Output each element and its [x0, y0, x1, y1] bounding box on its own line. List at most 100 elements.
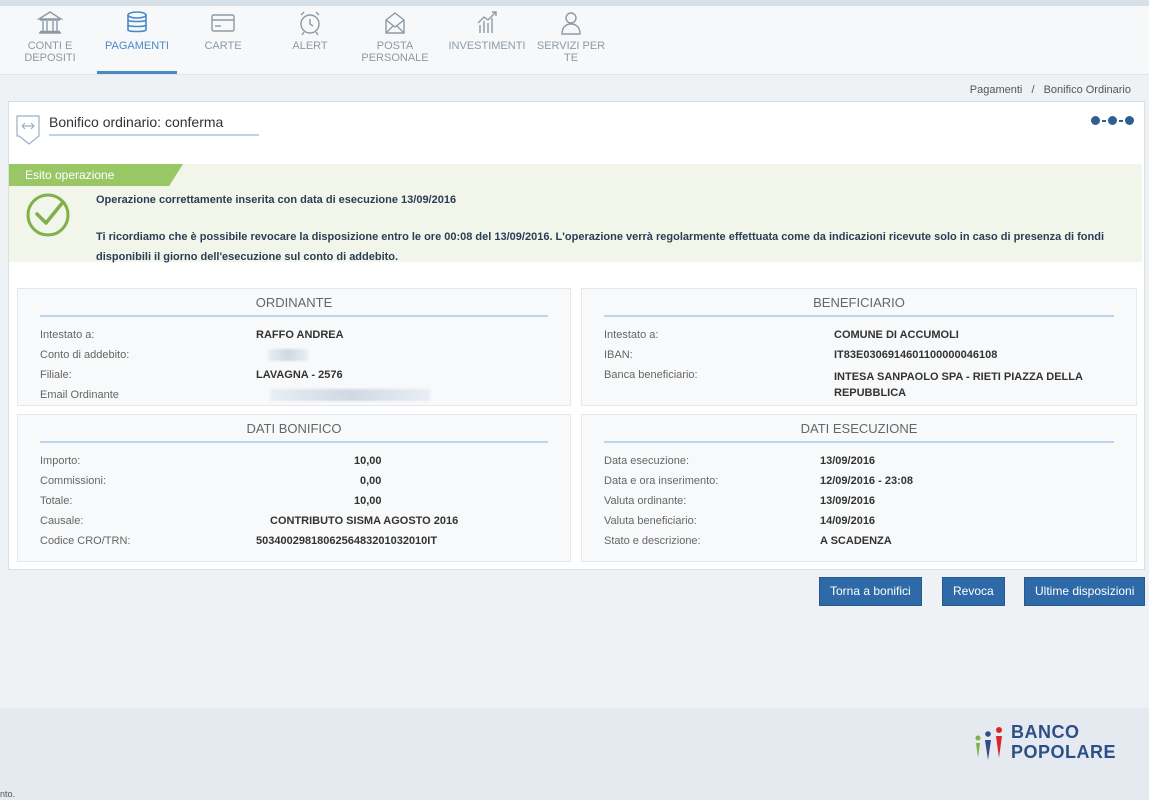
detail-row: Totale: 10,00 [40, 493, 560, 513]
detail-label: Codice CRO/TRN: [40, 535, 131, 547]
step-dot [1108, 116, 1117, 125]
nav-label: CARTE [204, 40, 242, 52]
nav-label: INVESTIMENTI [448, 40, 526, 52]
transfer-icon [16, 115, 40, 145]
step-dot [1125, 116, 1134, 125]
detail-row: Data esecuzione: 13/09/2016 [604, 453, 1126, 473]
breadcrumb: Pagamenti / Bonifico Ordinario [970, 84, 1131, 96]
detail-value: COMUNE DI ACCUMOLI [834, 329, 959, 341]
nav-item-carte[interactable]: CARTE [196, 6, 250, 74]
person-icon [561, 12, 581, 35]
card-title: DATI BONIFICO [246, 421, 342, 436]
detail-label: Valuta ordinante: [604, 495, 687, 507]
revoke-button[interactable]: Revoca [942, 577, 1005, 606]
logo-line-1: BANCO [1011, 722, 1080, 742]
result-title: Operazione correttamente inserita con da… [96, 194, 457, 206]
detail-row: Intestato a: RAFFO ANDREA [40, 327, 560, 347]
detail-row: Causale: CONTRIBUTO SISMA AGOSTO 2016 [40, 513, 560, 533]
step-dot [1091, 116, 1100, 125]
breadcrumb-item-current: Bonifico Ordinario [1043, 84, 1131, 96]
card-divider [604, 441, 1114, 443]
detail-value: 14/09/2016 [820, 515, 876, 527]
detail-label: Data esecuzione: [604, 455, 689, 467]
nav-item-investimenti[interactable]: INVESTIMENTI [445, 6, 529, 74]
nav-item-servizi-per-te[interactable]: SERVIZI PER TE [533, 6, 609, 74]
card-divider [604, 315, 1114, 317]
detail-value: 12/09/2016 - 23:08 [820, 475, 913, 487]
detail-value: CONTRIBUTO SISMA AGOSTO 2016 [270, 515, 459, 527]
detail-label: Data e ora inserimento: [604, 475, 719, 487]
detail-cards: ORDINANTE Intestato a: RAFFO ANDREA Cont… [17, 288, 1137, 562]
detail-row: Filiale: LAVAGNA - 2576 [40, 367, 560, 387]
nav-label: PAGAMENTI [105, 40, 169, 52]
back-to-transfers-button[interactable]: Torna a bonifici [819, 577, 922, 606]
detail-label: Importo: [40, 455, 81, 467]
detail-label: Email Ordinante [40, 389, 119, 401]
detail-label: IBAN: [604, 349, 633, 361]
detail-label: Filiale: [40, 369, 72, 381]
nav-item-pagamenti[interactable]: PAGAMENTI [97, 6, 177, 74]
detail-label: Causale: [40, 515, 84, 527]
nav-label: CONTI E DEPOSITI [24, 40, 76, 64]
mail-icon [385, 12, 405, 34]
detail-value: 13/09/2016 [820, 455, 876, 467]
detail-label: Stato e descrizione: [604, 535, 701, 547]
breadcrumb-item-pagamenti[interactable]: Pagamenti [970, 84, 1023, 96]
detail-label: Intestato a: [40, 329, 95, 341]
main-nav: CONTI E DEPOSITI PAGAMENTI CARTE ALERT P… [0, 6, 1149, 75]
detail-value: INTESA SANPAOLO SPA - RIETI PIAZZA DELLA… [834, 371, 1083, 399]
detail-value: LAVAGNA - 2576 [256, 369, 343, 381]
bank-logo: BANCO POPOLARE [969, 722, 1129, 768]
steps-indicator [1091, 116, 1134, 125]
card-ordinante: ORDINANTE Intestato a: RAFFO ANDREA Cont… [17, 288, 571, 406]
footer: BANCO POPOLARE nto. [0, 708, 1149, 800]
card-divider [40, 441, 548, 443]
detail-row: Stato e descrizione: A SCADENZA [604, 533, 1126, 553]
detail-label: Valuta beneficiario: [604, 515, 697, 527]
main-panel: Bonifico ordinario: conferma Esito opera… [8, 101, 1145, 570]
breadcrumb-separator: / [1031, 84, 1035, 96]
card-title: ORDINANTE [255, 295, 333, 310]
nav-label: SERVIZI PER TE [536, 40, 606, 64]
detail-row: Conto di addebito: [40, 347, 560, 367]
detail-label: Commissioni: [40, 475, 107, 487]
logo-line-2: POPOLARE [1011, 742, 1117, 762]
detail-row: Codice CRO/TRN: 503400298180625648320103… [40, 533, 560, 553]
page-title: Bonifico ordinario: conferma [49, 114, 224, 130]
status-value: A SCADENZA [820, 535, 892, 547]
title-underline [49, 134, 259, 136]
card-beneficiario: BENEFICIARIO Intestato a: COMUNE DI ACCU… [581, 288, 1137, 406]
check-icon [26, 193, 70, 237]
detail-label: Totale: [40, 495, 73, 507]
latest-orders-button[interactable]: Ultime disposizioni [1024, 577, 1146, 606]
detail-value: RAFFO ANDREA [256, 329, 344, 341]
detail-row: Data e ora inserimento: 12/09/2016 - 23:… [604, 473, 1126, 493]
detail-row: Intestato a: COMUNE DI ACCUMOLI [604, 327, 1126, 347]
nav-item-posta-personale[interactable]: POSTA PERSONALE [355, 6, 435, 74]
masked-value [268, 349, 308, 364]
detail-row: Importo: 10,00 [40, 453, 560, 473]
detail-label: Conto di addebito: [40, 349, 130, 361]
detail-row: IBAN: IT83E0306914601100000046108 [604, 347, 1126, 367]
nav-item-alert[interactable]: ALERT [283, 6, 337, 74]
detail-row: Commissioni: 0,00 [40, 473, 560, 493]
logo-mark-icon [975, 727, 1002, 760]
card-title: DATI ESECUZIONE [800, 421, 918, 436]
card-dati-esecuzione: DATI ESECUZIONE Data esecuzione: 13/09/2… [581, 414, 1137, 562]
detail-value: IT83E0306914601100000046108 [834, 349, 998, 361]
card-icon [211, 14, 235, 32]
result-tag: Esito operazione [9, 164, 183, 186]
bank-icon [36, 11, 64, 34]
total-value: 10,00 [354, 495, 382, 507]
masked-value [270, 389, 430, 404]
footer-note: nto. [0, 789, 16, 799]
result-text: Ti ricordiamo che è possibile revocare l… [96, 231, 1105, 263]
nav-label: ALERT [292, 40, 328, 52]
nav-item-conti-depositi[interactable]: CONTI E DEPOSITI [20, 6, 80, 74]
detail-label: Intestato a: [604, 329, 659, 341]
logo-text: BANCO POPOLARE [1011, 722, 1116, 762]
chart-icon [477, 11, 497, 33]
coins-icon [127, 11, 147, 33]
fee-value: 0,00 [360, 475, 382, 487]
nav-label: POSTA PERSONALE [361, 40, 429, 64]
